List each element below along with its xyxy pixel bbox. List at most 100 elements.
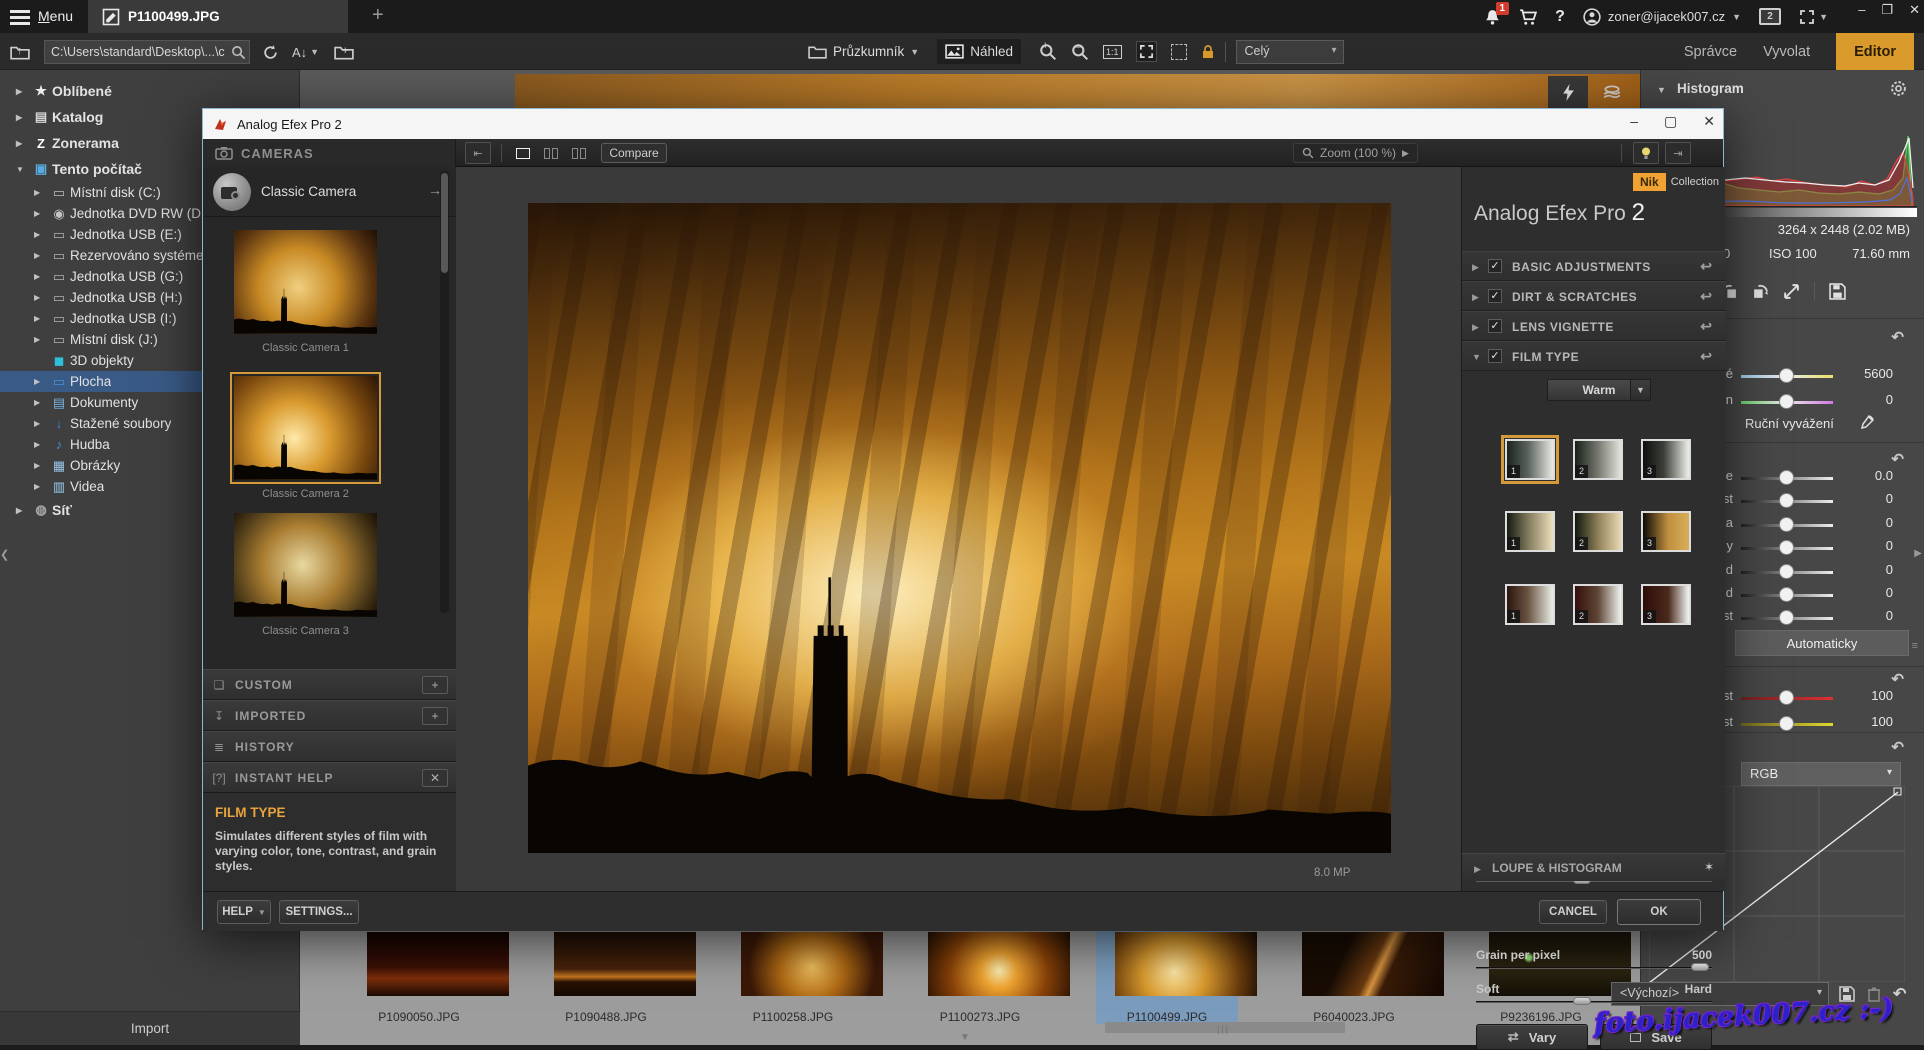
fullscreen-button[interactable]: ▼ — [1799, 9, 1828, 25]
slider-thumb[interactable] — [1691, 963, 1709, 971]
fit-to-window-button[interactable] — [1136, 41, 1157, 62]
twisty-icon[interactable]: ▶ — [1472, 262, 1479, 273]
lamp-toggle-button[interactable] — [1633, 142, 1659, 164]
document-tab[interactable]: P1100499.JPG — [88, 0, 348, 33]
filmstrip-item[interactable]: P6040023.JPG — [1283, 926, 1425, 1024]
film-swatch[interactable]: 3 — [1641, 511, 1691, 552]
twisty-icon[interactable]: ▶ — [34, 419, 48, 428]
new-tab-button[interactable]: + — [372, 4, 384, 27]
accordion-section[interactable]: ❏ CUSTOM + — [203, 669, 456, 700]
account-menu[interactable]: zoner@ijacek007.cz ▼ — [1583, 8, 1741, 26]
twisty-icon[interactable]: ▶ — [34, 188, 48, 197]
refresh-button[interactable] — [262, 40, 279, 64]
add-button[interactable]: + — [422, 707, 448, 725]
film-swatch[interactable]: 1 — [1505, 584, 1555, 625]
filmstrip-scrollbar[interactable]: ||| — [1105, 1022, 1345, 1033]
twisty-icon[interactable]: ▶ — [34, 440, 48, 449]
quick-edits-button[interactable] — [1548, 76, 1588, 108]
window-minimize-button[interactable]: – — [1858, 2, 1865, 18]
help-button[interactable]: ? — [1555, 8, 1565, 26]
compare-button[interactable]: Compare — [601, 143, 667, 163]
film-swatch[interactable]: 2 — [1573, 439, 1623, 480]
zoom-in-button[interactable]: + — [1039, 43, 1057, 61]
dialog-minimize-button[interactable]: – — [1630, 113, 1638, 130]
camera-group-header[interactable]: Classic Camera → — [203, 167, 456, 217]
twisty-icon[interactable]: ▶ — [1472, 292, 1479, 303]
slider-knob[interactable] — [1779, 610, 1794, 625]
new-folder-button[interactable]: + — [334, 40, 348, 64]
twisty-icon[interactable]: ▶ — [16, 87, 30, 96]
notifications-button[interactable]: 1 — [1484, 8, 1501, 25]
twisty-icon[interactable]: ▶ — [34, 314, 48, 323]
explorer-mode-button[interactable]: Průzkumník ▼ — [800, 39, 927, 64]
accordion-section[interactable]: [?] INSTANT HELP ✕ — [203, 762, 456, 793]
curve-channel-select[interactable]: RGB — [1741, 762, 1901, 786]
slider-knob[interactable] — [1779, 493, 1794, 508]
cart-icon[interactable] — [1519, 8, 1537, 26]
panel-scrollbar-grip[interactable]: ≡ — [1912, 640, 1918, 652]
twisty-icon[interactable]: ▶ — [16, 506, 30, 515]
reset-wb-icon[interactable]: ↶ — [1891, 328, 1904, 346]
camera-preset-item[interactable]: Classic Camera 2 — [234, 376, 377, 500]
workspace-editor-button[interactable]: Editor — [1836, 33, 1914, 70]
filmstrip-item[interactable]: P1100273.JPG — [909, 926, 1051, 1024]
reset-color-icon[interactable]: ↶ — [1891, 670, 1904, 688]
dialog-close-button[interactable]: ✕ — [1703, 113, 1715, 130]
film-swatch[interactable]: 3 — [1641, 584, 1691, 625]
window-close-button[interactable]: ✕ — [1909, 2, 1920, 18]
adjustment-section[interactable]: ▶ ✓ BASIC ADJUSTMENTS ↩ — [1462, 251, 1726, 281]
close-button[interactable]: ✕ — [422, 769, 448, 787]
zoom-1to1-button[interactable]: 1:1 — [1103, 45, 1122, 59]
section-checkbox[interactable]: ✓ — [1488, 259, 1502, 273]
accordion-section[interactable]: ↧ IMPORTED + — [203, 700, 456, 731]
gear-icon[interactable] — [1890, 80, 1907, 97]
section-reset-icon[interactable]: ↩ — [1700, 288, 1712, 305]
twisty-icon[interactable]: ▶ — [34, 251, 48, 260]
path-input[interactable] — [44, 40, 250, 64]
film-swatch[interactable]: 2 — [1573, 584, 1623, 625]
settings-button[interactable]: SETTINGS... — [279, 900, 359, 924]
slider-knob[interactable] — [1779, 564, 1794, 579]
rotate-right-button[interactable] — [1752, 283, 1769, 300]
film-swatch[interactable]: 3 — [1641, 439, 1691, 480]
help-menu-button[interactable]: HELP▼ — [217, 900, 271, 924]
filmstrip-item[interactable]: P1100258.JPG — [722, 926, 864, 1024]
dialog-titlebar[interactable]: Analog Efex Pro 2 – ▢ ✕ — [203, 109, 1723, 139]
tree-item[interactable]: ▶ ★ Oblíbené — [0, 78, 300, 104]
zoom-out-button[interactable]: – — [1071, 43, 1089, 61]
view-sidebyside-button[interactable] — [567, 143, 591, 163]
manual-white-balance[interactable]: Ruční vyvážení — [1745, 416, 1834, 431]
twisty-icon[interactable]: ▶ — [34, 209, 48, 218]
film-swatch[interactable]: 1 — [1505, 511, 1555, 552]
workspace-develop-button[interactable]: Vyvolat — [1763, 44, 1810, 60]
resize-button[interactable] — [1783, 283, 1800, 300]
folder-up-button[interactable]: ↑ — [10, 40, 23, 64]
photo-preview[interactable] — [528, 203, 1391, 853]
ok-button[interactable]: OK — [1617, 899, 1701, 925]
slider-thumb[interactable] — [1573, 997, 1591, 1005]
twisty-icon[interactable]: ▶ — [34, 335, 48, 344]
accordion-section[interactable]: ≣ HISTORY — [203, 731, 456, 762]
auto-adjust-button[interactable]: Automaticky — [1735, 630, 1909, 656]
twisty-icon[interactable]: ▶ — [16, 113, 30, 122]
slider-knob[interactable] — [1779, 470, 1794, 485]
cameras-panel-header[interactable]: CAMERAS — [203, 139, 456, 167]
cancel-button[interactable]: CANCEL — [1539, 900, 1607, 924]
panel-collapse-arrow[interactable]: ❮ — [0, 548, 9, 561]
dialog-maximize-button[interactable]: ▢ — [1664, 113, 1677, 130]
view-single-button[interactable] — [511, 143, 535, 163]
twisty-icon[interactable]: ▶ — [34, 377, 48, 386]
film-swatch[interactable]: 1 — [1505, 439, 1555, 480]
slider-knob[interactable] — [1779, 587, 1794, 602]
twisty-icon[interactable]: ▶ — [34, 272, 48, 281]
twisty-icon[interactable]: ▶ — [34, 398, 48, 407]
reset-tone-icon[interactable]: ↶ — [1891, 450, 1904, 468]
save-button[interactable] — [1829, 283, 1846, 300]
pin-icon[interactable]: ✶ — [1704, 860, 1714, 874]
panel-expand-arrow[interactable]: ▶ — [1914, 548, 1922, 559]
dialog-zoom-control[interactable]: Zoom (100 %) ▶ — [1293, 143, 1418, 163]
view-split-button[interactable] — [539, 143, 563, 163]
layers-button[interactable] — [1592, 76, 1632, 108]
twisty-icon[interactable]: ▶ — [1472, 322, 1479, 333]
filmstrip-item[interactable]: P1090488.JPG — [535, 926, 677, 1024]
